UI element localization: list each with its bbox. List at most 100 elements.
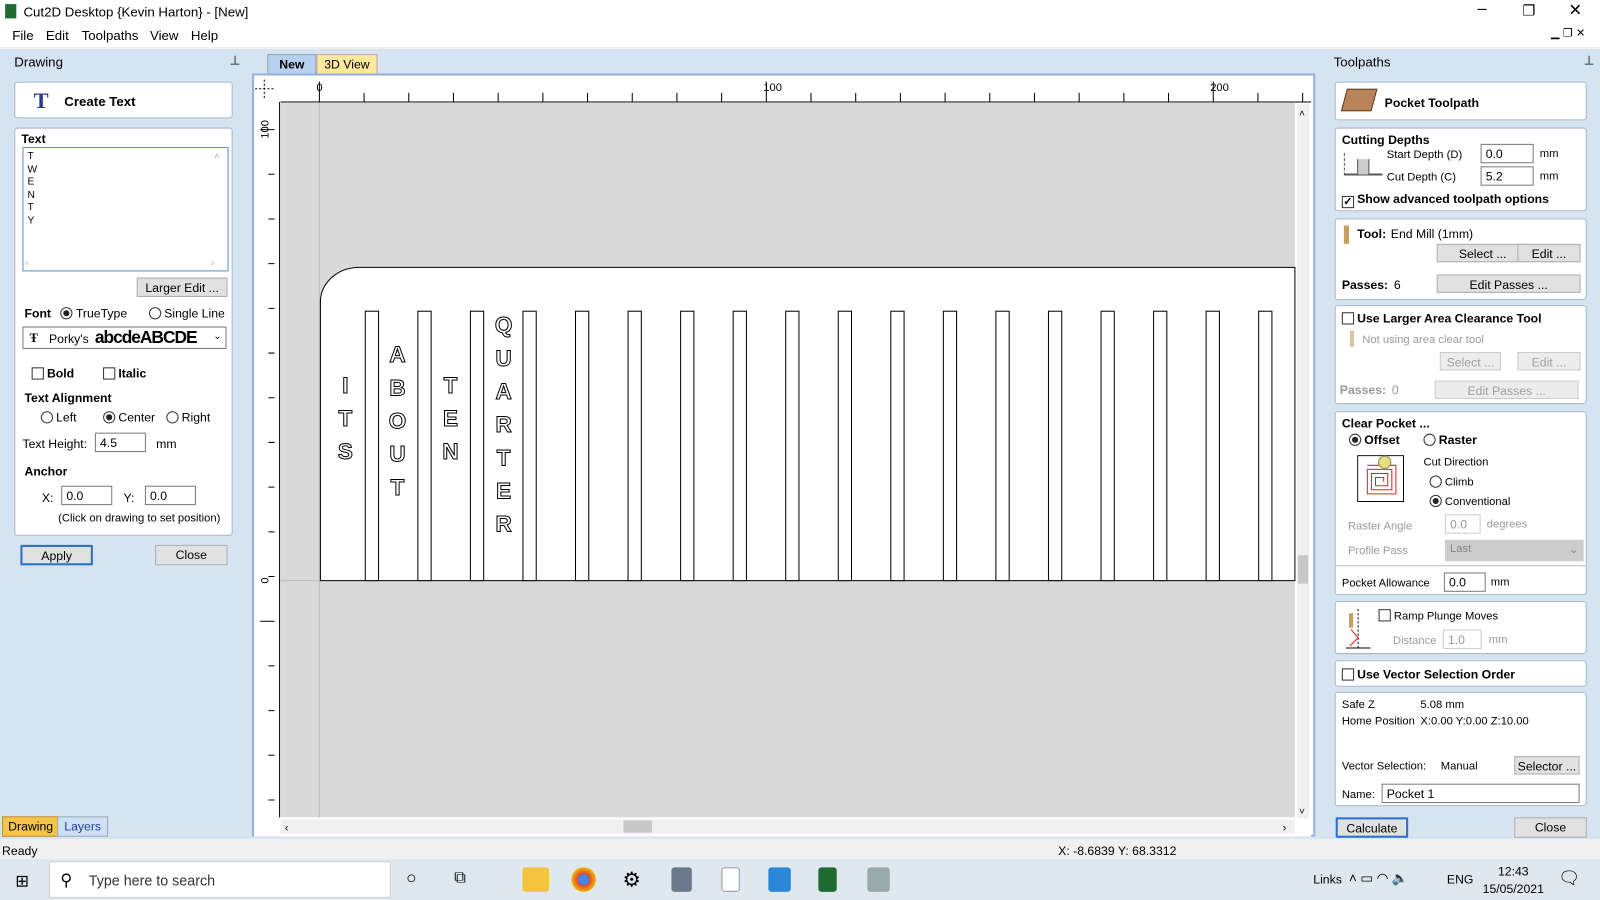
calculator-icon[interactable] [671, 867, 692, 892]
ruler-horizontal: 0 100 200 [280, 75, 1312, 103]
text-line: N [27, 189, 35, 201]
selector-button[interactable]: Selector ... [1514, 756, 1580, 775]
pocket-allowance-input[interactable]: 0.0 [1443, 572, 1486, 592]
settings-icon[interactable]: ⚙ [622, 867, 640, 893]
raster-angle-input[interactable]: 0.0 [1444, 514, 1481, 534]
ramp-plunge-checkbox[interactable]: Ramp Plunge Moves [1378, 609, 1498, 622]
minimize-button[interactable]: – [1478, 0, 1487, 18]
mm-label: mm [1539, 147, 1559, 161]
notifications-icon[interactable]: 🗨 [1558, 868, 1580, 888]
tool-edit-button[interactable]: Edit ... [1517, 243, 1581, 263]
distance-input[interactable]: 1.0 [1442, 629, 1482, 649]
align-left-radio[interactable]: Left [40, 410, 77, 424]
larger-area-checkbox[interactable]: Use Larger Area Clearance Tool [1341, 311, 1542, 326]
single-line-radio[interactable]: Single Line [148, 306, 225, 320]
apply-button[interactable]: Apply [20, 544, 93, 566]
close-button[interactable]: Close [155, 544, 228, 566]
text-height-input[interactable]: 4.5 [94, 432, 146, 453]
taskbar-search[interactable]: ⚲ Type here to search [48, 861, 391, 898]
align-center-radio[interactable]: Center [103, 410, 155, 424]
close-window-button[interactable]: ✕ [1568, 0, 1582, 20]
edit-passes-button[interactable]: Edit Passes ... [1436, 274, 1581, 293]
calculate-button[interactable]: Calculate [1335, 817, 1409, 838]
cutting-depths-section: Cutting Depths Start Depth (D) 0.0 mm Cu… [1334, 127, 1587, 212]
toolpath-name-input[interactable]: Pocket 1 [1381, 783, 1580, 804]
slot [522, 310, 537, 582]
align-right-radio[interactable]: Right [166, 410, 210, 424]
larger-edit-button[interactable]: Larger Edit ... [136, 277, 228, 297]
notes-icon[interactable] [768, 867, 791, 892]
conventional-radio[interactable]: Conventional [1429, 494, 1510, 508]
clock-time[interactable]: 12:43 [1498, 864, 1529, 878]
clock-date[interactable]: 15/05/2021 [1483, 882, 1544, 896]
notepad-icon[interactable] [721, 867, 740, 892]
text-scrollbar-v[interactable]: ˄ [214, 150, 226, 252]
status-bar: Ready X: -8.6839 Y: 68.3312 [0, 840, 1600, 860]
profile-pass-select[interactable]: Last ⌄ [1444, 539, 1584, 562]
links-toolbar[interactable]: Links [1313, 872, 1342, 886]
app-taskbar-icon[interactable] [867, 867, 890, 892]
depth-diagram-icon [1343, 153, 1383, 176]
show-advanced-checkbox[interactable]: ✓ Show advanced toolpath options [1341, 192, 1549, 209]
tab-3d-view[interactable]: 3D View [316, 54, 378, 75]
task-view-icon[interactable]: ⧉ [454, 869, 466, 887]
language-indicator[interactable]: ENG [1447, 872, 1474, 886]
tab-layers[interactable]: Layers [57, 816, 109, 837]
tab-new[interactable]: New [267, 54, 317, 75]
text-input[interactable]: TWENTY ˄ ‹ › [22, 146, 229, 272]
area-edit-button[interactable]: Edit ... [1517, 352, 1581, 371]
x-label: X: [41, 490, 54, 506]
slot [1153, 310, 1168, 582]
vertical-scrollbar[interactable] [1296, 104, 1310, 819]
menu-help[interactable]: Help [191, 28, 218, 43]
passes-label: Passes: [1339, 382, 1387, 397]
distance-label: Distance [1392, 634, 1437, 647]
start-depth-input[interactable]: 0.0 [1480, 143, 1534, 164]
anchor-y-input[interactable]: 0.0 [144, 485, 196, 506]
italic-checkbox[interactable]: Italic [103, 366, 146, 381]
climb-radio[interactable]: Climb [1429, 475, 1474, 489]
vector-order-checkbox[interactable]: Use Vector Selection Order [1341, 667, 1515, 682]
cut2d-taskbar-icon[interactable] [818, 867, 837, 892]
area-select-button[interactable]: Select ... [1439, 352, 1502, 371]
area-clearance-section: Use Larger Area Clearance Tool Not using… [1334, 305, 1587, 405]
area-edit-passes-button[interactable]: Edit Passes ... [1434, 380, 1579, 399]
file-explorer-icon[interactable] [522, 867, 549, 892]
clear-pocket-section: Clear Pocket ... Offset Raster Cut Direc… [1334, 411, 1587, 595]
pin-icon[interactable]: ⊥ [230, 53, 241, 67]
menu-file[interactable]: File [12, 28, 33, 43]
tray-icons[interactable]: ˄ ▭ ◠ 🔈 [1349, 870, 1408, 886]
text-scrollbar-h[interactable]: ‹ › [26, 256, 215, 268]
menu-toolpaths[interactable]: Toolpaths [82, 28, 139, 43]
mdi-controls[interactable]: ▁ ❐ ✕ [1551, 27, 1585, 40]
offset-radio[interactable]: Offset [1348, 433, 1400, 447]
chrome-icon[interactable] [571, 867, 596, 892]
drawing-canvas[interactable]: 0 100 200 100 0 ˄ ˅ ‹ › [254, 75, 1312, 837]
raster-radio[interactable]: Raster [1423, 433, 1477, 447]
cut-direction-label: Cut Direction [1423, 456, 1489, 469]
menu-edit[interactable]: Edit [46, 28, 69, 43]
app-icon [5, 4, 17, 19]
close-button[interactable]: Close [1514, 817, 1587, 838]
menu-view[interactable]: View [150, 28, 179, 43]
bold-checkbox[interactable]: Bold [31, 366, 74, 381]
window-title: Cut2D Desktop {Kevin Harton} - [New] [23, 4, 249, 20]
tab-drawing[interactable]: Drawing [2, 816, 60, 837]
pin-icon[interactable]: ⊥ [1584, 53, 1595, 67]
font-sample: abcdeABCDE [94, 327, 198, 347]
font-select[interactable]: Ŧ Porky's abcdeABCDE ⌄ [22, 326, 227, 349]
cortana-icon[interactable]: ○ [406, 868, 416, 888]
text-line: Y [27, 214, 35, 227]
ruler-y-label: 100 [259, 120, 271, 139]
cut-depth-input[interactable]: 5.2 [1480, 166, 1534, 186]
horizontal-scrollbar[interactable] [280, 819, 1295, 834]
tool-select-button[interactable]: Select ... [1436, 243, 1529, 263]
restore-button[interactable]: ❐ [1522, 2, 1535, 19]
anchor-x-input[interactable]: 0.0 [61, 485, 113, 506]
text-label: Text [21, 131, 46, 146]
truetype-radio[interactable]: TrueType [60, 306, 127, 320]
font-row: Font TrueType Single Line [24, 306, 224, 320]
windows-start-icon[interactable]: ⊞ [15, 871, 29, 891]
anchor-hint: (Click on drawing to set position) [58, 512, 221, 525]
panel-title: Drawing [14, 54, 63, 70]
